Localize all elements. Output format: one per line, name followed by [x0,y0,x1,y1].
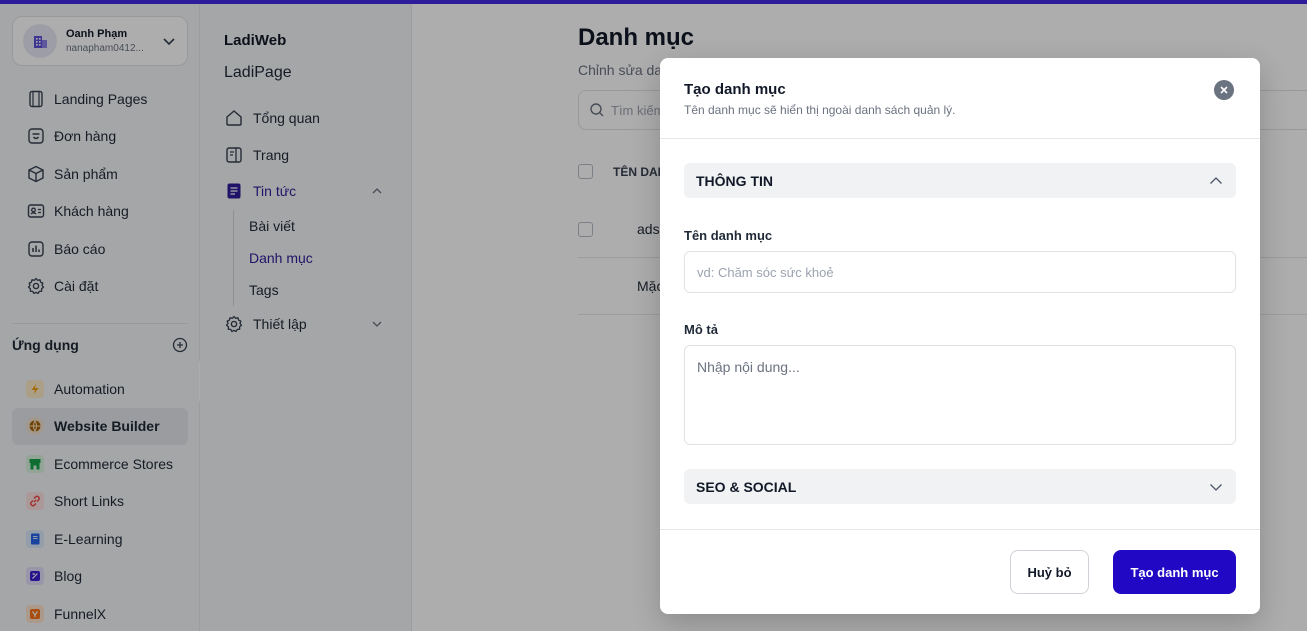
create-category-modal: Tạo danh mục Tên danh mục sẽ hiển thị ng… [660,58,1260,614]
close-button[interactable] [1214,80,1234,100]
modal-header-divider [660,138,1260,139]
close-icon [1220,86,1228,94]
section-info-title: THÔNG TIN [696,172,773,189]
modal-description: Tên danh mục sẽ hiển thị ngoài danh sách… [684,103,956,117]
name-field-label: Tên danh mục [684,228,773,243]
section-info-toggle[interactable]: THÔNG TIN [684,163,1236,198]
description-field-label: Mô tả [684,322,718,337]
modal-footer-divider [660,529,1260,530]
chevron-down-icon [1210,483,1222,491]
section-seo-title: SEO & SOCIAL [696,478,797,495]
section-seo-toggle[interactable]: SEO & SOCIAL [684,469,1236,504]
category-name-input[interactable] [684,251,1236,293]
cancel-button[interactable]: Huỷ bỏ [1010,550,1089,594]
modal-title: Tạo danh mục [684,81,786,98]
description-textarea[interactable] [684,345,1236,445]
create-category-button[interactable]: Tạo danh mục [1113,550,1236,594]
chevron-up-icon [1210,176,1222,184]
